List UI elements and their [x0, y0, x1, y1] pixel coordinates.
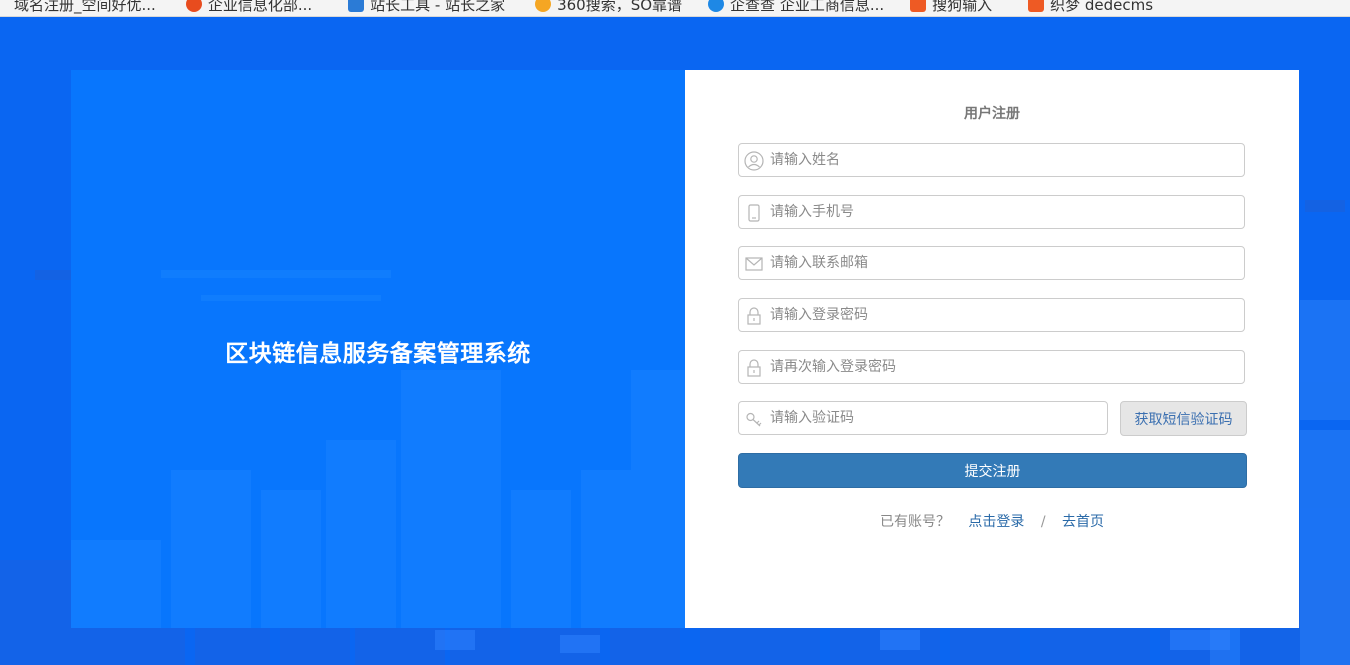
home-link[interactable]: 去首页 — [1062, 514, 1104, 530]
phone-icon — [748, 204, 760, 222]
phone-field[interactable] — [738, 195, 1245, 229]
confirm-password-field[interactable] — [738, 350, 1245, 384]
form-title: 用户注册 — [964, 106, 1020, 122]
system-title: 区块链信息服务备案管理系统 — [225, 341, 531, 367]
get-sms-code-button[interactable]: 获取短信验证码 — [1120, 401, 1247, 436]
phone-input[interactable] — [770, 196, 1235, 228]
confirm-password-input[interactable] — [770, 351, 1235, 383]
password-input[interactable] — [770, 299, 1235, 331]
email-field[interactable] — [738, 246, 1245, 280]
mail-icon — [745, 257, 763, 271]
key-icon — [746, 412, 762, 427]
lock-icon — [747, 307, 761, 325]
name-field[interactable] — [738, 143, 1245, 177]
password-field[interactable] — [738, 298, 1245, 332]
email-input[interactable] — [770, 247, 1235, 279]
link-separator: / — [1040, 514, 1046, 530]
captcha-input[interactable] — [770, 402, 1098, 434]
name-input[interactable] — [770, 144, 1235, 176]
submit-register-button[interactable]: 提交注册 — [738, 453, 1247, 488]
captcha-field[interactable] — [738, 401, 1108, 435]
has-account-text: 已有账号？ — [879, 514, 950, 530]
brand-panel: 区块链信息服务备案管理系统 — [71, 70, 685, 628]
login-link[interactable]: 点击登录 — [968, 514, 1024, 530]
user-icon — [744, 151, 764, 171]
lock-icon — [747, 359, 761, 377]
footer-links: 已有账号？ 点击登录 / 去首页 — [685, 511, 1299, 531]
register-form: 用户注册 请输入姓名 请输入手机号 请输入联系邮箱 请输入验证码 获取短信验证码… — [685, 70, 1299, 628]
